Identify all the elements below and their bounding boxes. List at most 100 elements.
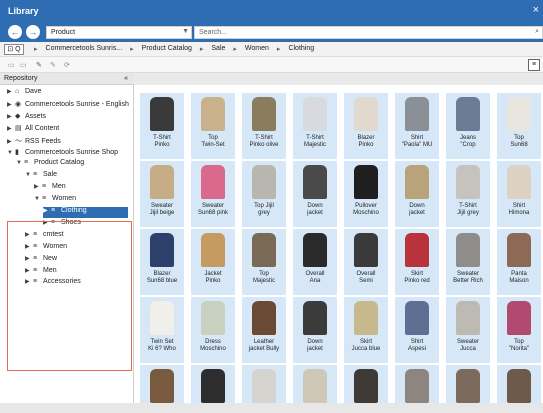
expand-right-icon[interactable]: ▶ (7, 113, 15, 120)
expand-right-icon[interactable]: ▶ (34, 183, 42, 190)
product-tile[interactable]: Jacket Pinko (191, 229, 235, 295)
expand-right-icon[interactable]: ▶ (7, 101, 15, 108)
product-tile[interactable]: Sweater Better Rich (446, 229, 490, 295)
folder-icon: 〜 (15, 137, 22, 145)
close-icon[interactable]: × (533, 4, 539, 16)
product-tile[interactable]: Top Sun68 (497, 93, 541, 159)
product-tile[interactable]: Top Majestic (242, 229, 286, 295)
breadcrumb-item[interactable]: Product Catalog (142, 45, 192, 53)
product-tile[interactable]: Top Twin-Set (191, 93, 235, 159)
expand-right-icon[interactable]: ▶ (43, 207, 51, 214)
list-view-icon[interactable]: ≡ (528, 59, 540, 71)
product-label-line1: Top Jijil (254, 203, 274, 209)
breadcrumb-item[interactable]: Sale (211, 45, 225, 53)
product-tile[interactable]: Top Jijil grey (242, 161, 286, 227)
product-label-line2: Jijil beige (149, 210, 175, 216)
product-tile[interactable]: Panta Maison (497, 229, 541, 295)
product-tile[interactable]: Blazer Pinko (344, 93, 388, 159)
expand-down-icon[interactable]: ▼ (16, 160, 24, 166)
product-tile[interactable]: Sweater Jucca (446, 297, 490, 363)
product-tile[interactable]: Overall Semi (344, 229, 388, 295)
product-label-line2: Sun68 blue (146, 278, 178, 284)
folder-icon: ≡ (42, 183, 47, 191)
forward-arrow-icon[interactable]: → (26, 25, 40, 39)
product-tile[interactable]: T-Shirt Majestic (293, 93, 337, 159)
tree-item[interactable]: ▶ ⌂ Dave (7, 88, 41, 99)
product-tile[interactable]: Twin Set Ki 6? Who (140, 297, 184, 363)
product-tile[interactable]: Overall Ana (293, 229, 337, 295)
product-label-line2: Sun68 pink (197, 210, 229, 216)
tree-item[interactable]: ▶ ◆ Assets (7, 112, 46, 123)
product-tile[interactable]: Sweater Sun68 pink (191, 161, 235, 227)
product-tile[interactable]: Down jacket (395, 161, 439, 227)
product-thumbnail (405, 233, 429, 267)
tree-item[interactable]: ▶ ≡ Men (34, 183, 66, 194)
expand-right-icon[interactable]: ▶ (7, 125, 15, 132)
collapse-panel-icon[interactable]: « (124, 75, 128, 82)
tree-item-label: Dave (25, 88, 42, 95)
product-tile[interactable]: Shirt "Paola" MU (395, 93, 439, 159)
tree-item[interactable]: ▼ ≡ Women (34, 195, 76, 206)
view-mode-icon[interactable]: ⊡ Q (4, 44, 24, 55)
new-folder-icon[interactable]: ▭ (8, 61, 15, 69)
product-tile[interactable]: Jeans "Crop (446, 93, 490, 159)
search-scope-select[interactable]: Product ▼ (46, 26, 192, 39)
product-label-line2: Sun68 (510, 142, 528, 148)
breadcrumb-item[interactable]: Clothing (288, 45, 314, 53)
search-input[interactable]: Search... ⌕ (194, 26, 543, 39)
product-tile[interactable]: Down jacket (293, 297, 337, 363)
product-label: Top "Norita" (497, 339, 541, 353)
product-tile[interactable]: Leather jacket Bully (242, 297, 286, 363)
product-tile[interactable]: Pullover Moschino (344, 161, 388, 227)
product-tile[interactable]: Shirt Aspesi (395, 297, 439, 363)
tree-item[interactable]: ▶ ≡ Clothing (43, 207, 128, 218)
tree-item[interactable]: ▼ ≡ Product Catalog (16, 159, 84, 170)
product-label-line1: Top (259, 271, 269, 277)
product-thumbnail (201, 301, 225, 335)
edit-icon[interactable]: ✎ (36, 61, 42, 69)
product-tile[interactable]: Top "Norita" (497, 297, 541, 363)
tree-item-label: Men (52, 183, 66, 191)
breadcrumb: ▸ Commercetools Sunris... ▸ Product Cata… (34, 45, 314, 53)
new-item-icon[interactable]: ▭ (20, 61, 27, 69)
product-label-line2: Pinko red (404, 278, 430, 284)
product-label-line1: Sweater (201, 203, 224, 209)
product-tile[interactable]: Dress Moschino (191, 297, 235, 363)
refresh-icon[interactable]: ⟳ (64, 61, 70, 69)
product-thumbnail (507, 369, 531, 403)
product-thumbnail (456, 369, 480, 403)
product-thumbnail (354, 301, 378, 335)
expand-down-icon[interactable]: ▼ (7, 150, 15, 156)
breadcrumb-item[interactable]: Commercetools Sunris... (46, 45, 123, 53)
product-thumbnail (201, 97, 225, 131)
edit-disabled-icon[interactable]: ✎ (50, 61, 56, 69)
product-tile[interactable]: Skirt Pinko red (395, 229, 439, 295)
product-tile[interactable]: Skirt Jucca blue (344, 297, 388, 363)
expand-right-icon[interactable]: ▶ (7, 138, 15, 145)
product-tile[interactable]: T-Shirt Jijil grey (446, 161, 490, 227)
breadcrumb-separator-icon: ▸ (199, 46, 204, 53)
breadcrumb-bar: ⊡ Q ▸ Commercetools Sunris... ▸ Product … (0, 42, 543, 57)
tree-item[interactable]: ▶ ◉ Commercetools Sunrise - English (7, 100, 129, 111)
tree-item[interactable]: ▼ ≡ Sale (25, 171, 57, 182)
product-tile[interactable]: T-Shirt Pinko (140, 93, 184, 159)
expand-right-icon[interactable]: ▶ (7, 88, 15, 95)
search-icon[interactable]: ⌕ (535, 28, 539, 36)
breadcrumb-separator-icon: ▸ (34, 46, 38, 53)
product-tile[interactable]: Down jacket (293, 161, 337, 227)
back-arrow-icon[interactable]: ← (8, 25, 22, 39)
tree-item[interactable]: ▶ 〜 RSS Feeds (7, 136, 61, 147)
product-tile[interactable]: Blazer Sun68 blue (140, 229, 184, 295)
expand-down-icon[interactable]: ▼ (34, 196, 42, 202)
product-label-line2: Semi (359, 278, 373, 284)
expand-down-icon[interactable]: ▼ (25, 172, 33, 178)
product-tile[interactable]: Sweater Jijil beige (140, 161, 184, 227)
breadcrumb-item[interactable]: Women (245, 45, 269, 53)
tree-item[interactable]: ▶ ▤ All Content (7, 124, 59, 135)
selection-highlight (7, 221, 132, 371)
product-label: Dress Moschino (191, 339, 235, 353)
product-tile[interactable]: Shirt Himona (497, 161, 541, 227)
tree-item[interactable]: ▼ ▮ Commercetools Sunrise Shop (7, 148, 118, 159)
product-tile[interactable]: T-Shirt Pinko olive (242, 93, 286, 159)
product-thumbnail (303, 165, 327, 199)
